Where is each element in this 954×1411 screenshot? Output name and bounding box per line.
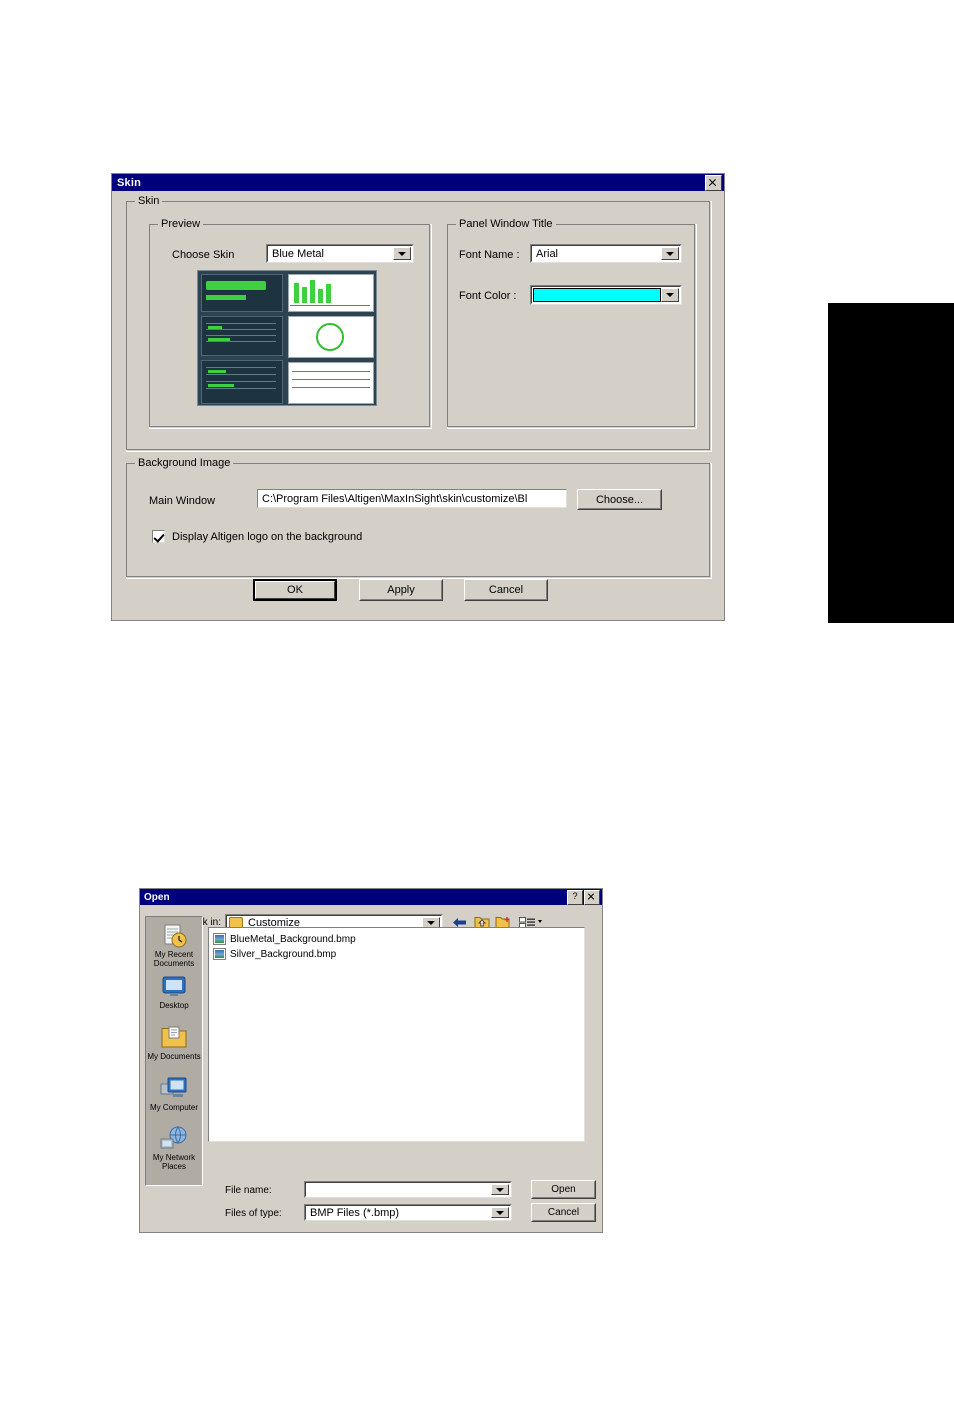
my-network-places-icon [159,1126,189,1152]
preview-group-legend: Preview [158,218,204,230]
close-icon[interactable] [584,889,600,905]
choose-skin-combo[interactable]: Blue Metal [266,244,414,263]
background-image-legend: Background Image [135,457,234,469]
open-dialog: Open ? Look in: Customize My Recent Docu… [139,888,603,1233]
font-name-label: Font Name : [459,249,520,261]
file-name-label: File name: [225,1185,272,1196]
sidebar-item-label: Desktop [159,1001,189,1010]
chevron-down-icon[interactable] [661,247,679,260]
font-color-label: Font Color : [459,290,517,302]
list-item[interactable]: Silver_Background.bmp [213,948,336,960]
cancel-button-label: Cancel [488,584,524,596]
main-window-label: Main Window [149,495,216,507]
bitmap-file-icon [213,948,226,960]
skin-dialog: Skin Skin Preview Choose Skin Blue Metal [111,173,725,621]
file-name-input[interactable] [304,1181,512,1198]
files-of-type-label: Files of type: [225,1208,282,1219]
ok-button[interactable]: OK [253,579,337,601]
sidebar-item-my-network-places[interactable]: My Network Places [146,1126,202,1171]
places-sidebar: My Recent Documents Desktop My Documents… [145,916,203,1186]
ok-button-label: OK [287,584,303,596]
file-list[interactable]: BlueMetal_Background.bmp Silver_Backgrou… [208,927,585,1142]
display-logo-checkbox[interactable] [152,530,165,543]
chevron-down-icon[interactable] [661,288,679,302]
sidebar-item-desktop[interactable]: Desktop [146,974,202,1010]
skin-group-legend: Skin [135,195,163,207]
list-item[interactable]: BlueMetal_Background.bmp [213,933,356,945]
choose-skin-label: Choose Skin [172,249,235,261]
open-dialog-titlebar: Open ? [140,889,602,905]
cancel-button[interactable]: Cancel [464,579,548,601]
choose-button[interactable]: Choose... [577,489,662,510]
file-name: Silver_Background.bmp [230,948,337,960]
apply-button-label: Apply [387,584,415,596]
open-dialog-title: Open [144,891,170,903]
my-computer-icon [159,1076,189,1102]
display-logo-label: Display Altigen logo on the background [172,531,363,543]
look-in-value: Customize [248,916,300,929]
skin-dialog-titlebar: Skin [112,174,724,191]
desktop-icon [159,974,189,1000]
open-cancel-button[interactable]: Cancel [531,1203,596,1222]
files-of-type-combo[interactable]: BMP Files (*.bmp) [304,1204,512,1221]
recent-documents-icon [159,923,189,949]
sidebar-item-my-computer[interactable]: My Computer [146,1076,202,1112]
font-color-swatch [533,288,661,302]
choose-button-label: Choose... [595,493,644,506]
open-button[interactable]: Open [531,1180,596,1199]
chevron-down-icon[interactable] [393,247,411,260]
font-name-value: Arial [536,247,559,260]
choose-skin-value: Blue Metal [272,247,324,260]
main-window-path-input[interactable]: C:\Program Files\Altigen\MaxInSight\skin… [257,489,567,508]
open-button-label: Open [551,1184,576,1195]
panel-window-title-legend: Panel Window Title [456,218,556,230]
my-documents-icon [159,1025,189,1051]
font-color-combo[interactable] [530,285,682,305]
background-image-group: Background Image Main Window C:\Program … [126,457,712,579]
help-icon[interactable]: ? [567,889,583,905]
bitmap-file-icon [213,933,226,945]
panel-window-title-group: Panel Window Title Font Name : Arial Fon… [447,218,697,429]
skin-preview-image [197,270,377,406]
sidebar-item-label: My Computer [149,1103,198,1112]
skin-dialog-title: Skin [117,176,142,189]
preview-group: Preview Choose Skin Blue Metal [149,218,432,429]
apply-button[interactable]: Apply [359,579,443,601]
sidebar-item-label: My Network Places [152,1153,196,1171]
chevron-down-icon[interactable] [491,1207,509,1218]
chevron-down-icon[interactable] [491,1184,509,1195]
sidebar-item-my-documents[interactable]: My Documents [146,1025,202,1061]
open-cancel-button-label: Cancel [547,1207,580,1218]
file-name: BlueMetal_Background.bmp [230,933,356,945]
sidebar-item-my-recent-documents[interactable]: My Recent Documents [146,923,202,968]
skin-group: Skin Preview Choose Skin Blue Metal Pane… [126,195,712,452]
font-name-combo[interactable]: Arial [530,244,682,263]
close-icon[interactable] [705,174,722,191]
sidebar-item-label: My Recent Documents [153,950,195,968]
files-of-type-value: BMP Files (*.bmp) [310,1206,400,1219]
sidebar-item-label: My Documents [147,1052,201,1061]
black-redaction-block [828,303,954,623]
